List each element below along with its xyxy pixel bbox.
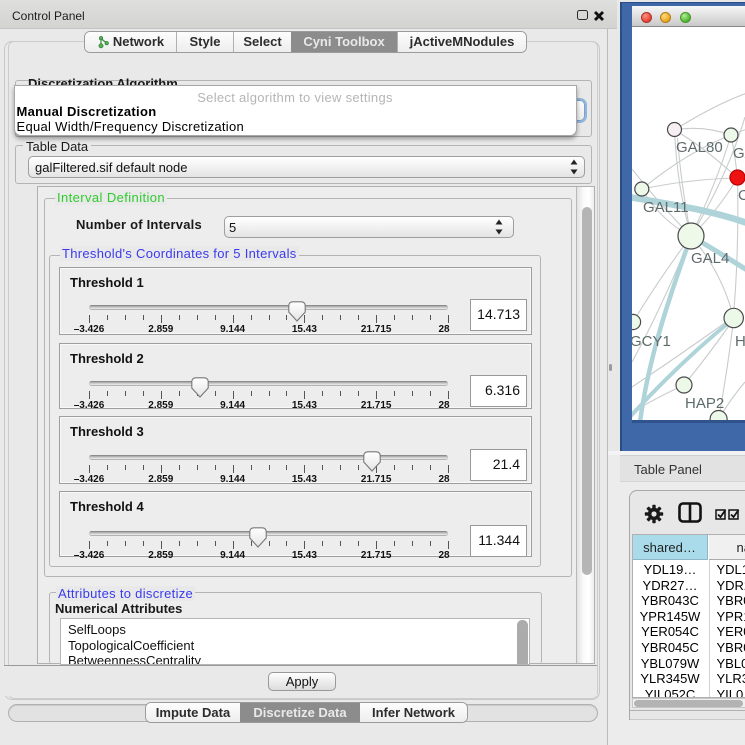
svg-text:GAL11: GAL11	[643, 199, 689, 216]
svg-text:HAP2: HAP2	[685, 395, 724, 412]
svg-text:GAL4: GAL4	[691, 250, 729, 267]
svg-text:C: C	[738, 187, 745, 204]
svg-text:GAL80: GAL80	[676, 139, 723, 156]
svg-text:GCY1: GCY1	[632, 333, 671, 350]
svg-text:HI: HI	[735, 333, 745, 350]
svg-text:GA: GA	[733, 145, 745, 162]
